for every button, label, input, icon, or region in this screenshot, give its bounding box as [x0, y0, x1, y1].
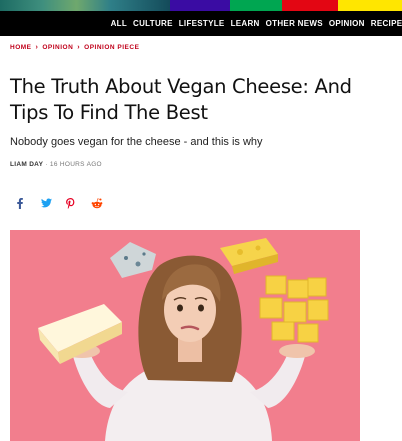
nav-all[interactable]: ALL	[111, 19, 127, 29]
header-artwork	[0, 0, 170, 11]
reddit-icon[interactable]	[91, 196, 116, 210]
article-subtitle: Nobody goes vegan for the cheese - and t…	[10, 136, 263, 148]
share-bar	[16, 196, 116, 210]
main-nav: ALL CULTURE LIFESTYLE LEARN OTHER NEWS O…	[105, 19, 402, 29]
publish-time: 16 HOURS AGO	[49, 161, 102, 168]
nav-opinion[interactable]: OPINION	[329, 19, 365, 29]
facebook-icon[interactable]	[16, 196, 41, 210]
stripe-red	[282, 0, 338, 11]
stripe-purple	[170, 0, 230, 11]
nav-other-news[interactable]: OTHER NEWS	[266, 19, 323, 29]
hero-image	[10, 230, 360, 441]
twitter-icon[interactable]	[41, 196, 66, 210]
nav-recipes[interactable]: RECIPES	[371, 19, 402, 29]
byline-separator: ·	[43, 161, 50, 168]
breadcrumb-opinion-piece[interactable]: OPINION PIECE	[84, 44, 139, 51]
breadcrumb-separator: ›	[35, 44, 39, 51]
site-header: ALL CULTURE LIFESTYLE LEARN OTHER NEWS O…	[0, 0, 402, 36]
header-color-stripes	[0, 0, 402, 11]
stripe-yellow	[338, 0, 402, 11]
byline: LIAM DAY · 16 HOURS AGO	[10, 161, 102, 168]
breadcrumb: HOME › OPINION › OPINION PIECE	[10, 44, 139, 51]
stripe-green	[230, 0, 282, 11]
article-title: The Truth About Vegan Cheese: And Tips T…	[10, 75, 352, 124]
nav-learn[interactable]: LEARN	[231, 19, 260, 29]
hero-illustration	[10, 230, 360, 441]
pinterest-icon[interactable]	[66, 196, 91, 210]
nav-culture[interactable]: CULTURE	[133, 19, 173, 29]
breadcrumb-home[interactable]: HOME	[10, 44, 32, 51]
nav-lifestyle[interactable]: LIFESTYLE	[179, 19, 225, 29]
breadcrumb-separator: ›	[77, 44, 81, 51]
breadcrumb-opinion[interactable]: OPINION	[42, 44, 73, 51]
author-name[interactable]: LIAM DAY	[10, 161, 43, 168]
